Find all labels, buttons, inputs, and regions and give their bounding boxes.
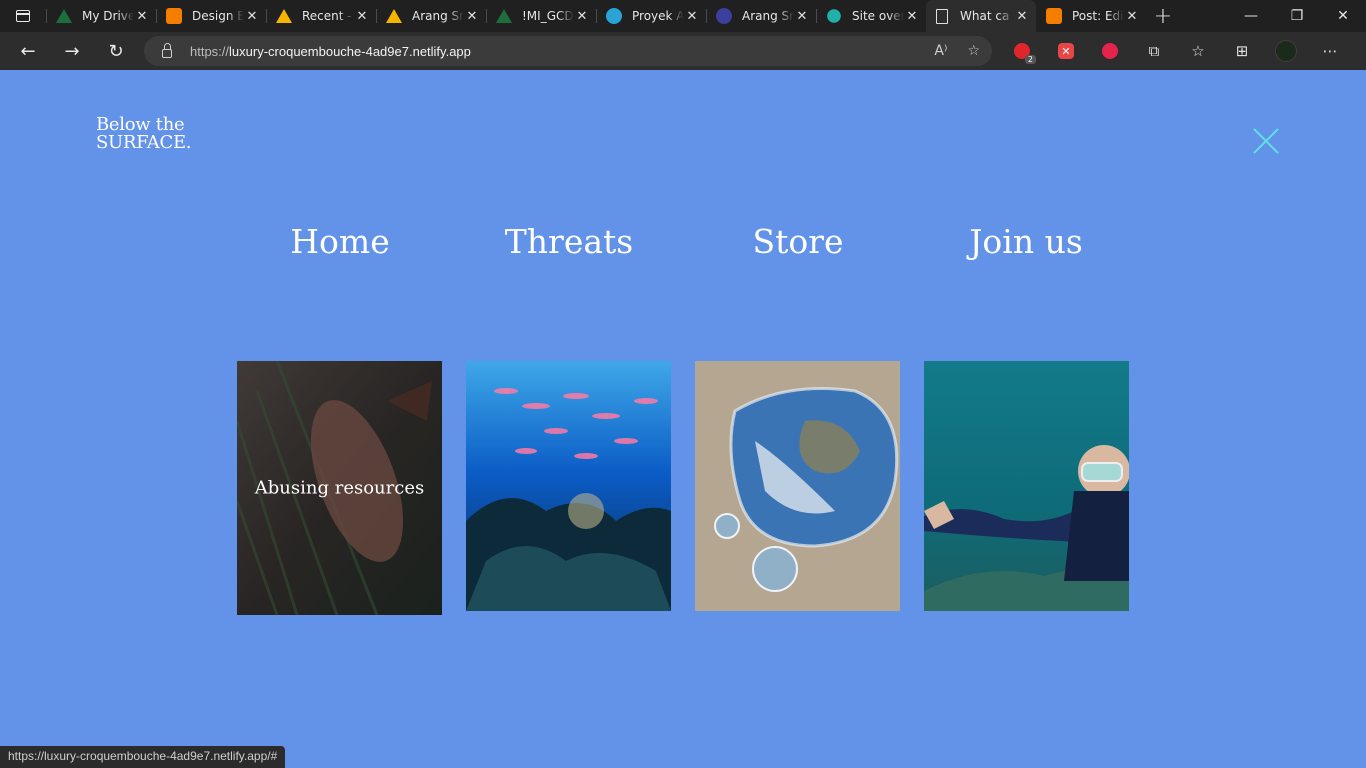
drive-icon [276,9,292,23]
favorites-icon[interactable]: ☆ [1176,32,1220,70]
close-tab-icon[interactable]: ✕ [464,9,480,24]
extension-badge: 2 [1024,55,1036,64]
nav-home[interactable]: Home [290,222,389,261]
browser-toolbar: ← → ↻ https://luxury-croquembouche-4ad9e… [0,32,1366,70]
extension-d-icon[interactable] [1088,32,1132,70]
canva-icon [606,8,622,24]
close-tab-icon[interactable]: ✕ [354,9,370,24]
tab-9[interactable]: Post: Edi ✕ [1036,0,1146,32]
tab-title: My Drive [82,9,134,23]
tab-bar: My Drive ✕ Design E ✕ Recent - ✕ Arang Sr ✕ … [0,0,1366,32]
drive-icon [56,9,72,23]
site-logo[interactable]: Below the SURFACE. [96,116,192,153]
tab-title: Post: Edi [1072,9,1124,23]
close-tab-icon[interactable]: ✕ [684,9,700,24]
profile-avatar[interactable] [1264,32,1308,70]
url-host: luxury-croquembouche-4ad9e7.netlify.app [229,43,471,59]
tab-title: Design E [192,9,244,23]
tab-7[interactable]: Site over ✕ [816,0,926,32]
tab-title: Recent - [302,9,352,23]
extensions-area: 2 ✕ ⧉ ☆ ⊞ ⋯ [1000,32,1352,70]
tab-4[interactable]: !MI_GCD ✕ [486,0,596,32]
close-tab-icon[interactable]: ✕ [794,9,810,24]
close-window-icon[interactable]: ✕ [1320,0,1366,32]
close-menu-icon[interactable] [1253,128,1279,154]
read-aloud-icon[interactable]: A⁾ [934,43,947,59]
extension-red-icon[interactable]: 2 [1000,32,1044,70]
extension-x-icon[interactable]: ✕ [1044,32,1088,70]
close-tab-icon[interactable]: ✕ [904,9,920,24]
tab-title: Arang Sr [742,9,794,23]
tab-2[interactable]: Recent - ✕ [266,0,376,32]
logo-line-2: SURFACE. [96,132,192,153]
tab-6[interactable]: Arang Sr ✕ [706,0,816,32]
forward-icon[interactable]: → [50,32,94,70]
close-tab-icon[interactable]: ✕ [244,9,260,24]
drive-icon [496,9,512,23]
tab-title: Arang Sr [412,9,464,23]
tab-title: Proyek A [632,9,684,23]
page-content: Below the SURFACE. Home Threats Store Jo… [0,70,1366,768]
collections-icon[interactable]: ⊞ [1220,32,1264,70]
extensions-puzzle-icon[interactable]: ⧉ [1132,32,1176,70]
page-icon [936,8,948,24]
coral-reef-image [466,361,671,611]
window-controls: — ❐ ✕ [1228,0,1366,32]
nav-store[interactable]: Store [752,222,843,261]
tab-0[interactable]: My Drive ✕ [46,0,156,32]
url-prefix: https:// [190,43,230,59]
card-earth-drop[interactable] [695,361,900,611]
status-bar-url: https://luxury-croquembouche-4ad9e7.netl… [0,746,286,768]
address-bar[interactable]: https://luxury-croquembouche-4ad9e7.netl… [144,36,992,66]
card-caption: Abusing resources [254,477,425,499]
close-tab-icon[interactable]: ✕ [1124,9,1140,24]
restore-icon[interactable]: ❐ [1274,0,1320,32]
card-coral-reef[interactable] [466,361,671,611]
back-icon[interactable]: ← [6,32,50,70]
tab-title: Site over [852,9,904,23]
blogger-icon [1046,8,1062,24]
more-menu-icon[interactable]: ⋯ [1308,32,1352,70]
tab-title: !MI_GCD [522,9,574,23]
close-tab-icon[interactable]: ✕ [134,9,150,24]
card-scuba-diver[interactable] [924,361,1129,611]
close-tab-icon[interactable]: ✕ [574,9,590,24]
blogger-icon [166,8,182,24]
tab-3[interactable]: Arang Sr ✕ [376,0,486,32]
new-tab-icon[interactable]: + [1146,4,1180,29]
earth-water-drop-image [695,361,900,611]
tab-8-active[interactable]: What ca ✕ [926,0,1036,32]
nav-join-us[interactable]: Join us [969,222,1083,261]
drive-icon [386,9,402,23]
card-fish-in-net[interactable]: Abusing resources [237,361,442,615]
tab-title: What ca [960,9,1010,23]
add-favorite-icon[interactable]: ☆ [967,43,980,59]
tab-strip: My Drive ✕ Design E ✕ Recent - ✕ Arang Sr ✕ … [46,0,1146,32]
refresh-icon[interactable]: ↻ [94,32,138,70]
netlify-icon [824,6,844,26]
canva-icon [716,8,732,24]
minimize-icon[interactable]: — [1228,0,1274,32]
close-tab-icon[interactable]: ✕ [1014,9,1030,24]
url-text[interactable]: https://luxury-croquembouche-4ad9e7.netl… [190,44,471,59]
tab-5[interactable]: Proyek A ✕ [596,0,706,32]
scuba-diver-image [924,361,1129,611]
tab-1[interactable]: Design E ✕ [156,0,266,32]
tab-actions-icon[interactable] [0,0,46,32]
lock-icon[interactable] [162,42,172,58]
nav-threats[interactable]: Threats [505,222,633,261]
